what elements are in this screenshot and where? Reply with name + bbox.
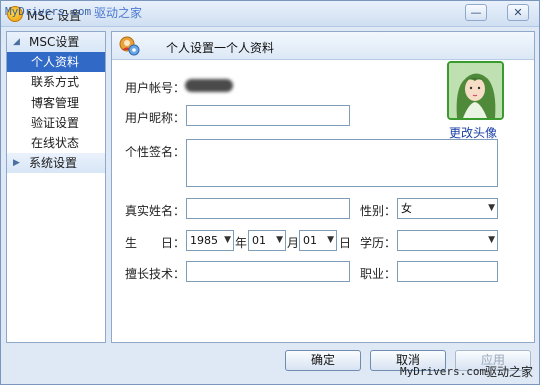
profile-panel: 个人设置一个人资料 用户帐号： 更改头像 用户昵称： 个性签名： 真实姓名： 性… [111, 31, 535, 343]
job-input[interactable] [397, 261, 498, 282]
birth-day-value: 01 [303, 234, 317, 247]
expand-arrow-icon: ◢ [13, 37, 20, 47]
sidebar-item-label: 个人资料 [31, 55, 80, 69]
gender-label: 性别： [360, 204, 397, 218]
birth-year-select[interactable]: 1985 ▼ [186, 230, 234, 251]
nickname-input[interactable] [186, 105, 350, 126]
sidebar-group-msc[interactable]: ◢ MSC设置 [7, 32, 105, 52]
sidebar-item-profile[interactable]: 个人资料 [7, 52, 105, 72]
account-label: 用户帐号： [125, 81, 186, 95]
chevron-down-icon: ▼ [327, 235, 334, 245]
sidebar-item-online-status[interactable]: 在线状态 [7, 133, 105, 153]
gender-select-value: 女 [401, 202, 412, 215]
watermark-top: MyDrivers.com [5, 5, 92, 18]
sidebar-item-label: 在线状态 [31, 136, 80, 150]
watermark-top-cn: 驱动之家 [94, 6, 143, 20]
chevron-down-icon: ▼ [276, 235, 283, 245]
birth-day-select[interactable]: 01 ▼ [299, 230, 337, 251]
chevron-down-icon: ▼ [488, 235, 495, 245]
chevron-down-icon: ▼ [488, 203, 495, 213]
day-unit: 日 [339, 236, 352, 250]
year-unit: 年 [235, 236, 248, 250]
sidebar-group-label: MSC设置 [29, 35, 80, 49]
sidebar-group-label: 系统设置 [29, 156, 78, 170]
sidebar-item-label: 联系方式 [31, 75, 80, 89]
sidebar-item-blog[interactable]: 博客管理 [7, 93, 105, 113]
sidebar-item-contact[interactable]: 联系方式 [7, 72, 105, 92]
settings-sidebar: ◢ MSC设置 个人资料 联系方式 博客管理 验证设置 在线状态 ▶ 系统设置 [6, 31, 106, 343]
skills-input[interactable] [186, 261, 350, 282]
account-value-redacted [185, 79, 233, 92]
chevron-down-icon: ▼ [224, 235, 231, 245]
birth-month-value: 01 [252, 234, 266, 247]
watermark-bottom-cn: 驱动之家 [485, 365, 534, 379]
watermark-bottom: MyDrivers.com [400, 365, 487, 378]
user-settings-icon [119, 36, 140, 56]
ok-button[interactable]: 确定 [285, 350, 361, 371]
gender-select[interactable]: 女 ▼ [397, 198, 498, 219]
signature-label: 个性签名： [125, 145, 186, 159]
education-select[interactable]: ▼ [397, 230, 498, 251]
education-label: 学历： [360, 236, 397, 250]
avatar-image [449, 63, 502, 118]
sidebar-group-system[interactable]: ▶ 系统设置 [7, 153, 105, 173]
realname-input[interactable] [186, 198, 350, 219]
avatar[interactable] [447, 61, 504, 120]
panel-header: 个人设置一个人资料 [112, 32, 534, 60]
title-bar: MSC 设置 MyDrivers.com 驱动之家 — ✕ [1, 1, 539, 27]
month-unit: 月 [287, 236, 300, 250]
birth-year-value: 1985 [190, 234, 218, 247]
close-button[interactable]: ✕ [507, 4, 529, 21]
panel-title: 个人设置一个人资料 [166, 41, 275, 55]
birth-month-select[interactable]: 01 ▼ [248, 230, 286, 251]
sidebar-item-verify[interactable]: 验证设置 [7, 113, 105, 133]
birthday-label: 生 日： [125, 236, 186, 250]
settings-window: MSC 设置 MyDrivers.com 驱动之家 — ✕ ◢ MSC设置 个人… [0, 0, 540, 385]
collapsed-arrow-icon: ▶ [13, 158, 20, 168]
sidebar-item-label: 验证设置 [31, 116, 80, 130]
sidebar-item-label: 博客管理 [31, 96, 80, 110]
job-label: 职业： [360, 267, 397, 281]
realname-label: 真实姓名： [125, 204, 186, 218]
skills-label: 擅长技术： [125, 267, 186, 281]
nickname-label: 用户昵称： [125, 111, 186, 125]
signature-textarea[interactable] [186, 139, 498, 187]
minimize-button[interactable]: — [465, 4, 487, 21]
